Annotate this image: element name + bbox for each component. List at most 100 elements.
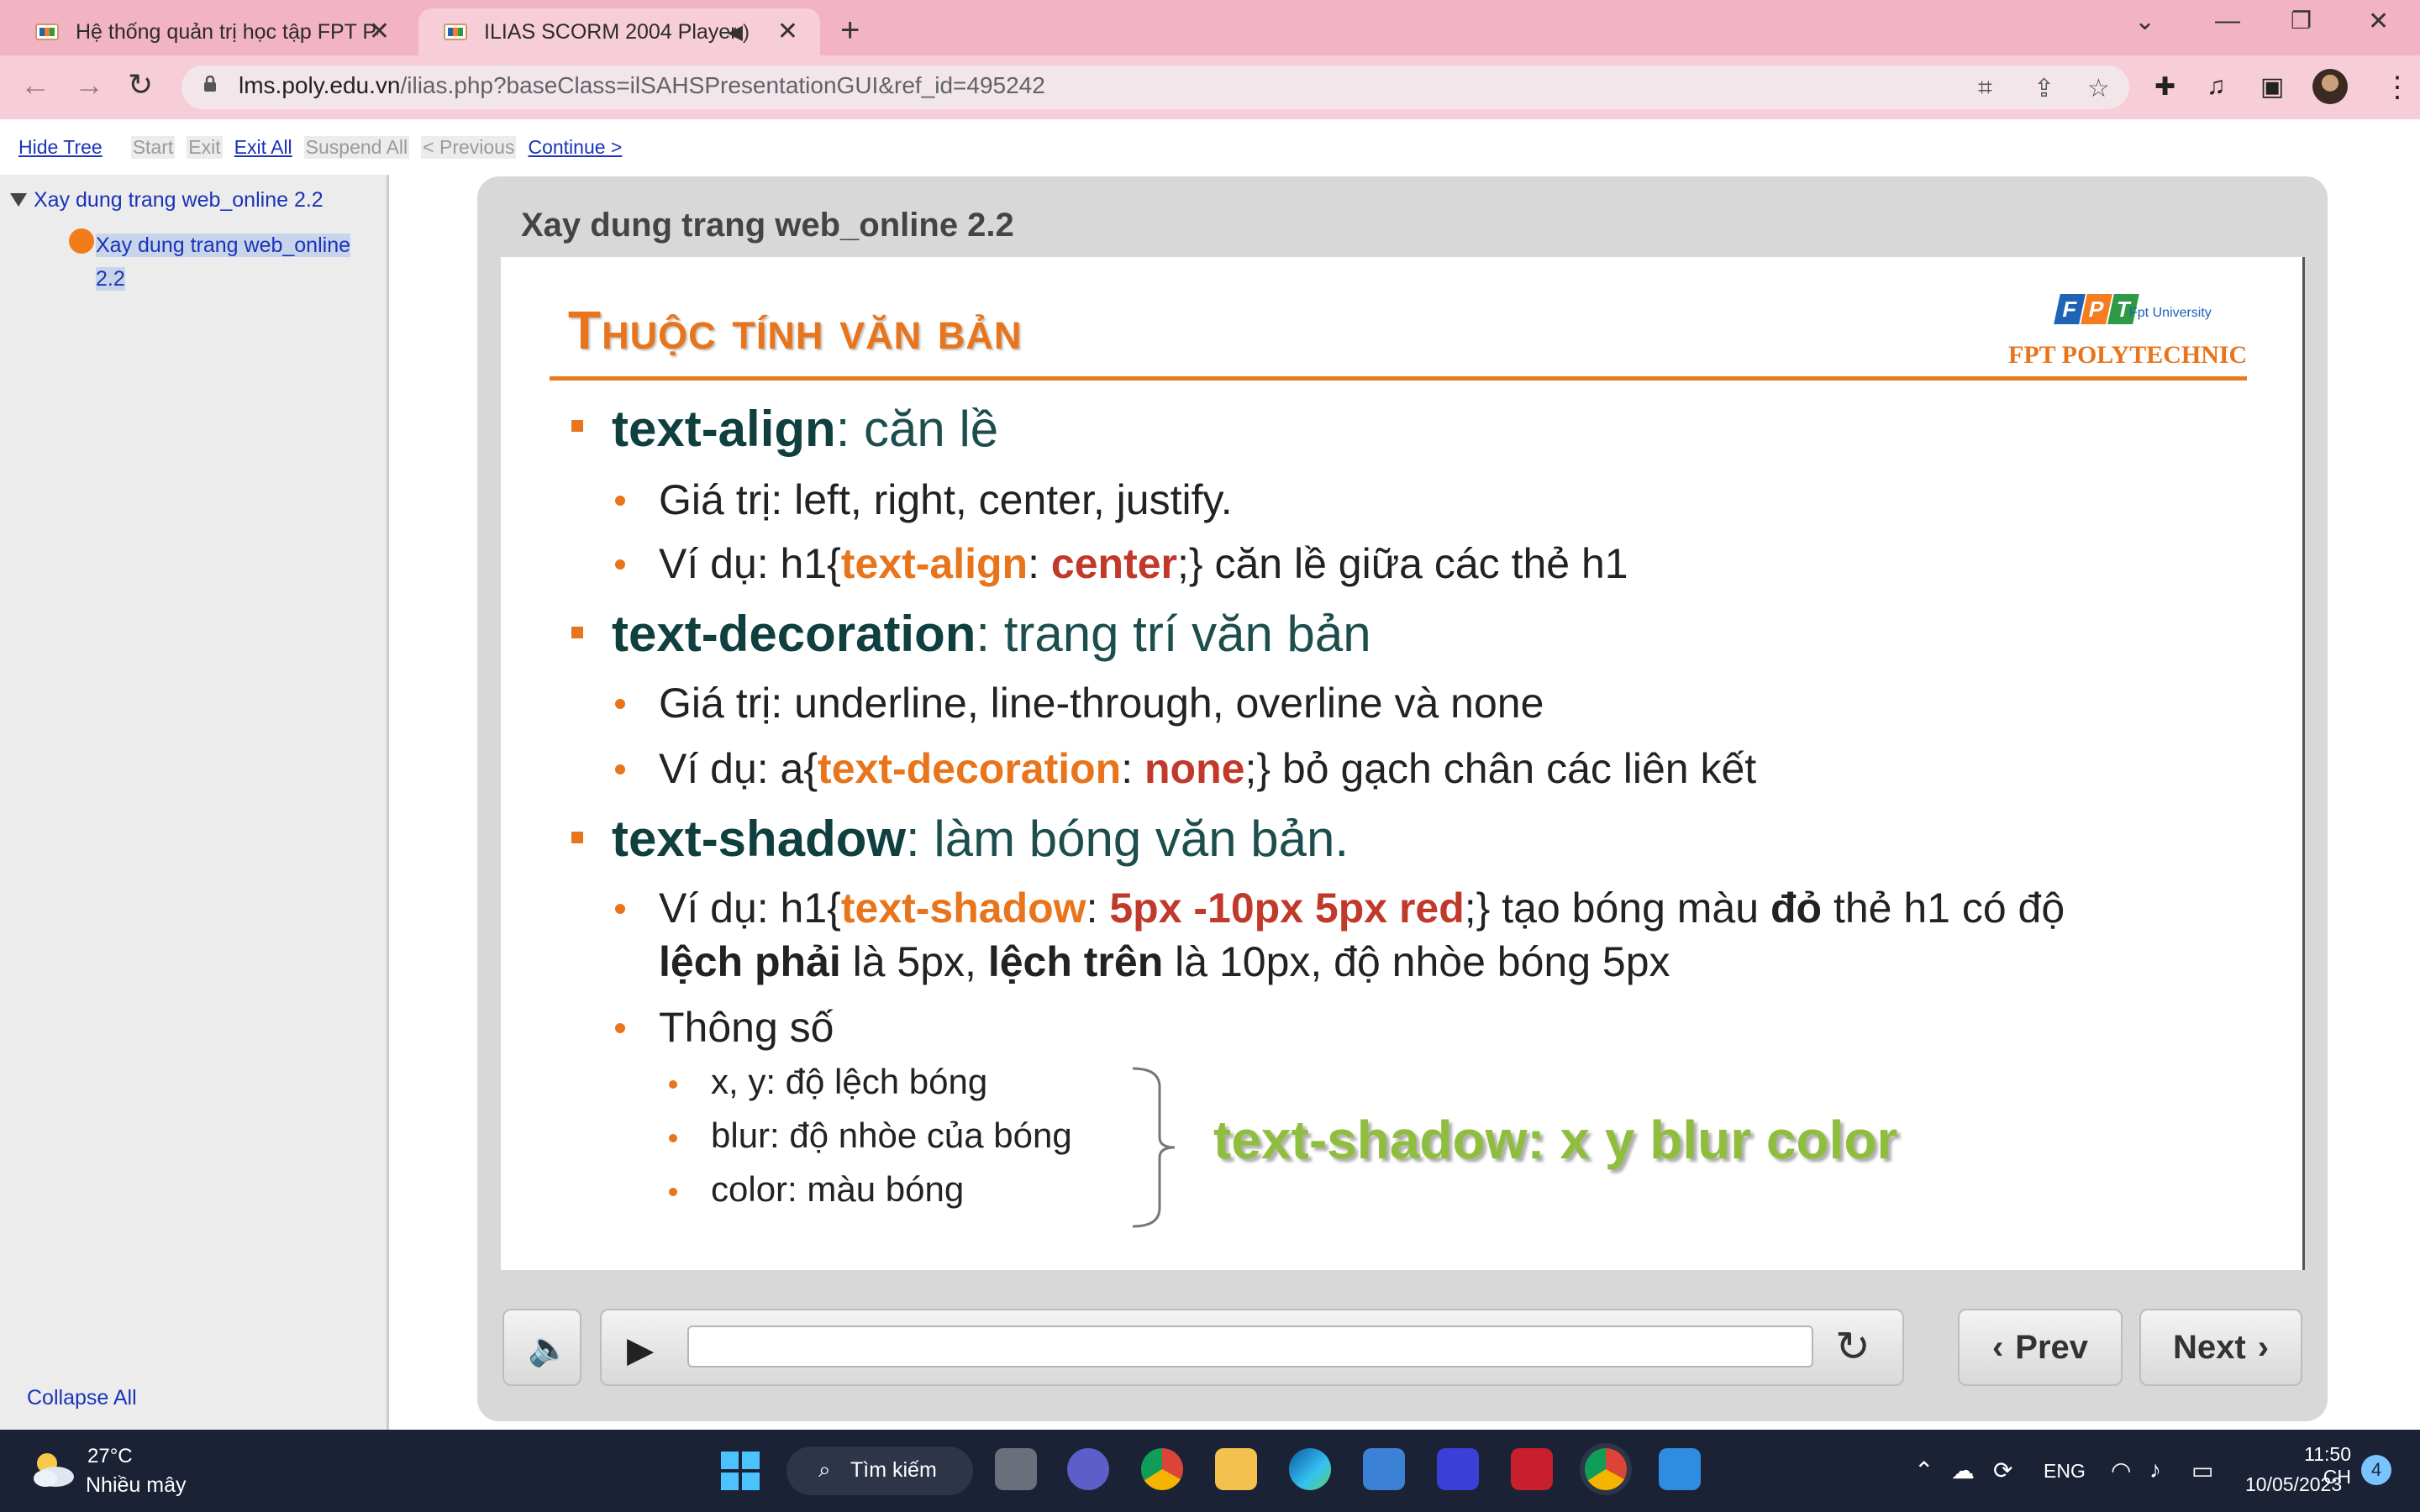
next-button[interactable]: Next › — [2139, 1309, 2302, 1386]
minimize-icon[interactable]: — — [2215, 7, 2240, 35]
mcafee-icon[interactable] — [1511, 1448, 1553, 1490]
param-xy: x, y: độ lệch bóng — [711, 1062, 988, 1101]
previous-button: < Previous — [421, 136, 517, 159]
chrome-profile-icon[interactable] — [1585, 1448, 1627, 1490]
task-view-icon[interactable] — [995, 1448, 1037, 1490]
seek-bar[interactable] — [687, 1326, 1813, 1368]
slide-title: Thuộc tính văn bản — [568, 300, 1023, 360]
file-explorer-icon[interactable] — [1215, 1448, 1257, 1490]
shadow-example-line2: lệch phải là 5px, lệch trên là 10px, độ … — [659, 937, 1670, 986]
tab-scorm-player[interactable]: ILIAS SCORM 2004 Player ◀) ✕ — [418, 8, 820, 55]
url-path: /ilias.php?baseClass=ilSAHSPresentationG… — [400, 72, 1045, 98]
wifi-icon[interactable]: ◠ — [2111, 1457, 2131, 1484]
clock-date[interactable]: 10/05/2023 — [2245, 1473, 2342, 1496]
notification-badge[interactable]: 4 — [2361, 1455, 2391, 1485]
fpt-logo: F P T — [2054, 294, 2141, 329]
param-color: color: màu bóng — [711, 1169, 965, 1209]
app-icon[interactable] — [1437, 1448, 1479, 1490]
example-text: là 5px, — [840, 938, 988, 985]
play-icon[interactable]: ▶ — [627, 1329, 654, 1370]
close-tab-icon[interactable]: ✕ — [777, 17, 798, 46]
prev-button[interactable]: ‹ Prev — [1958, 1309, 2123, 1386]
expand-triangle-icon[interactable] — [10, 193, 27, 207]
extensions-icon[interactable]: ✚ — [2154, 72, 2175, 102]
close-window-icon[interactable]: ✕ — [2368, 7, 2389, 36]
share-icon[interactable]: ⇪ — [2033, 74, 2054, 103]
next-label: Next — [2172, 1328, 2246, 1366]
example-value: 5px -10px 5px red — [1109, 885, 1465, 932]
translate-icon[interactable]: ⌗ — [1978, 74, 1992, 102]
example-text: ;} bỏ gạch chân các liên kết — [1244, 745, 1757, 792]
decoration-values: Giá trị: underline, line-through, overli… — [659, 680, 1544, 727]
new-tab-button[interactable]: + — [840, 12, 860, 50]
windows-start-icon[interactable] — [721, 1452, 760, 1490]
back-icon[interactable]: ← — [20, 67, 50, 102]
example-value: none — [1144, 745, 1245, 792]
align-example: Ví dụ: h1{text-align: center;} căn lề gi… — [659, 539, 1628, 588]
side-panel-icon[interactable]: ▣ — [2260, 72, 2284, 102]
collapse-all-link[interactable]: Collapse All — [27, 1386, 137, 1410]
volume-icon[interactable]: ♪ — [2149, 1457, 2161, 1483]
photos-icon[interactable] — [1659, 1448, 1701, 1490]
sync-icon[interactable]: ⟳ — [1993, 1457, 2012, 1484]
edge-icon[interactable] — [1289, 1448, 1331, 1490]
property-name: text-align — [612, 401, 836, 457]
tab-lms[interactable]: Hệ thống quản trị học tập FPT Polytechni… — [10, 8, 412, 55]
example-text: thẻ h1 có độ — [1822, 885, 2065, 932]
title-divider — [550, 376, 2247, 381]
bookmark-star-icon[interactable]: ☆ — [2087, 74, 2110, 103]
example-text: là 10px, độ nhòe bóng 5px — [1163, 938, 1670, 985]
browser-menu-icon[interactable]: ⋮ — [2383, 71, 2412, 104]
replay-icon[interactable]: ↻ — [1835, 1322, 1870, 1371]
search-icon: ⌕ — [818, 1457, 831, 1482]
property-desc: : trang trí văn bản — [976, 606, 1371, 662]
store-icon[interactable] — [1363, 1448, 1405, 1490]
tree-panel — [0, 175, 389, 1430]
forward-icon[interactable]: → — [74, 67, 104, 102]
exit-all-link[interactable]: Exit All — [234, 136, 292, 159]
example-bold: lệch trên — [987, 938, 1164, 985]
url-text[interactable]: lms.poly.edu.vn/ilias.php?baseClass=ilSA… — [239, 72, 1045, 99]
tree-root-item[interactable]: Xay dung trang web_online 2.2 — [34, 188, 324, 213]
shadow-example-line1: Ví dụ: h1{text-shadow: 5px -10px 5px red… — [659, 884, 2065, 932]
profile-avatar[interactable] — [2312, 69, 2348, 104]
shadow-syntax: text-shadow: x y blur color — [1213, 1110, 1898, 1170]
bullet-square-icon — [571, 832, 583, 843]
logo-polytechnic-text: FPT POLYTECHNIC — [2008, 341, 2248, 369]
media-control-icon[interactable]: ♫ — [2207, 72, 2226, 101]
logo-university-text: Fpt University — [2129, 306, 2212, 320]
onedrive-cloud-icon[interactable]: ☁ — [1951, 1457, 1975, 1484]
param-blur: blur: độ nhòe của bóng — [711, 1116, 1072, 1155]
property-name: text-decoration — [612, 606, 976, 662]
speaker-icon[interactable]: ◀) — [728, 20, 750, 45]
tree-child-label: Xay dung trang web_online 2.2 — [96, 234, 351, 291]
chevron-up-icon[interactable]: ⌃ — [1914, 1457, 1933, 1484]
mute-button[interactable]: 🔈 — [502, 1309, 581, 1386]
bullet-dot-icon — [615, 496, 625, 506]
scorm-navigation: Hide Tree Start Exit Exit All Suspend Al… — [18, 136, 622, 159]
continue-link[interactable]: Continue > — [528, 136, 622, 159]
reload-icon[interactable]: ↻ — [128, 67, 153, 102]
example-text: ;} tạo bóng màu — [1464, 885, 1770, 932]
bullet-square-icon — [571, 627, 583, 638]
restore-icon[interactable]: ❐ — [2291, 7, 2312, 34]
tab-title: ILIAS SCORM 2004 Player — [484, 19, 736, 44]
lock-icon[interactable] — [203, 76, 217, 92]
bullet-dot-icon — [615, 699, 625, 709]
close-tab-icon[interactable]: ✕ — [369, 17, 390, 46]
tab-search-icon[interactable]: ⌄ — [2134, 7, 2155, 36]
language-indicator[interactable]: ENG — [2044, 1460, 2086, 1483]
cloudy-weather-icon[interactable] — [29, 1448, 76, 1490]
params-label: Thông số — [659, 1004, 834, 1051]
teams-chat-icon[interactable] — [1067, 1448, 1109, 1490]
bullet-dot-icon — [615, 559, 625, 570]
chrome-icon[interactable] — [1141, 1448, 1183, 1490]
example-text: : — [1086, 885, 1110, 932]
example-bold: đỏ — [1770, 885, 1823, 932]
suspend-all-button: Suspend All — [303, 136, 410, 159]
battery-icon[interactable]: ▭ — [2191, 1457, 2213, 1484]
tree-child-item[interactable]: Xay dung trang web_online 2.2 — [96, 228, 365, 296]
hide-tree-link[interactable]: Hide Tree — [18, 136, 103, 159]
bullet-dot-icon — [615, 764, 625, 774]
example-text: Ví dụ: h1{ — [659, 885, 841, 932]
